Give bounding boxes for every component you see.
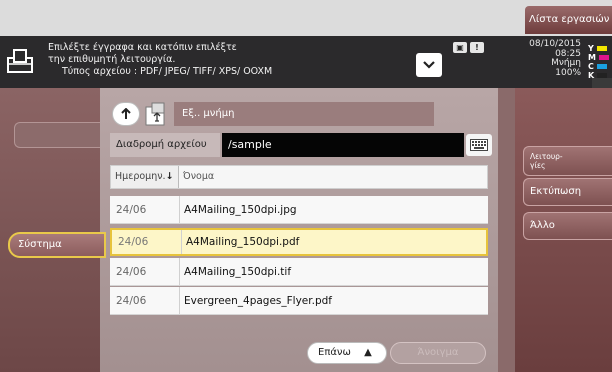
toner-c: C <box>588 62 612 71</box>
file-table: Ημερομην.↓ Όνομα <box>110 165 488 189</box>
functions-label-2: γίες <box>530 161 546 170</box>
left-tab-blank[interactable] <box>14 122 100 148</box>
warning-icon: ! <box>470 42 484 53</box>
location-name: Εξ.. μνήμη <box>174 102 434 126</box>
job-list-button[interactable]: Λίστα εργασιών <box>525 6 612 34</box>
table-header: Ημερομην.↓ Όνομα <box>110 165 488 189</box>
file-path-value: /sample <box>222 133 464 157</box>
row-name: A4Mailing_150dpi.pdf <box>186 236 300 248</box>
other-button[interactable]: Άλλο <box>523 212 612 240</box>
print-button[interactable]: Εκτύπωση <box>523 178 612 206</box>
table-row-selected[interactable]: 24/06 A4Mailing_150dpi.pdf <box>110 228 488 256</box>
sort-by-date-header[interactable]: Ημερομην.↓ <box>111 166 179 188</box>
memory-value: 100% <box>555 67 581 78</box>
table-row[interactable]: 24/06 A4Mailing_150dpi.tif <box>110 258 488 286</box>
keyboard-icon <box>470 139 488 151</box>
keyboard-button[interactable] <box>466 134 492 156</box>
table-row[interactable]: 24/06 A4Mailing_150dpi.jpg <box>110 196 488 224</box>
scroll-up-icon: ▲ <box>364 347 372 358</box>
document-box-icon <box>6 48 34 74</box>
row-name: Evergreen_4pages_Flyer.pdf <box>184 295 332 307</box>
sort-by-name-header[interactable]: Όνομα <box>179 166 487 188</box>
sort-down-arrow-icon: ↓ <box>165 171 174 182</box>
status-icons: ▣ ! <box>453 42 489 54</box>
lock-icon: ▣ <box>453 42 467 53</box>
row-date: 24/06 <box>112 230 182 254</box>
file-path-label: Διαδρομή αρχείου <box>110 133 220 157</box>
message-line-2: την επιθυμητή λειτουργία. <box>48 54 176 65</box>
row-name: A4Mailing_150dpi.tif <box>184 266 292 278</box>
chevron-down-icon <box>423 61 435 69</box>
parent-folder-button[interactable] <box>112 102 140 126</box>
toner-levels: Y M C K <box>588 44 612 80</box>
page-up-button[interactable]: Επάνω ▲ <box>307 342 387 364</box>
datetime-memory: 08/10/2015 08:25 Μνήμη 100% <box>513 39 581 78</box>
file-type-line: Τύπος αρχείου : PDF/ JPEG/ TIFF/ XPS/ OO… <box>62 66 273 77</box>
message-line-1: Επιλέξτε έγγραφα και κατόπιν επιλέξτε <box>48 42 237 53</box>
system-button[interactable]: Σύστημα <box>8 232 106 258</box>
toner-m: M <box>588 53 612 62</box>
row-date: 24/06 <box>110 258 180 285</box>
message-expand-button[interactable] <box>416 53 442 77</box>
usb-memory-icon <box>144 101 170 127</box>
arrow-up-icon <box>121 108 131 119</box>
table-row[interactable]: 24/06 Evergreen_4pages_Flyer.pdf <box>110 287 488 315</box>
top-strip <box>0 0 612 36</box>
row-date: 24/06 <box>110 196 180 223</box>
functions-button[interactable]: Λειτουρ- γίες <box>523 146 612 176</box>
row-name: A4Mailing_150dpi.jpg <box>184 204 297 216</box>
functions-label-1: Λειτουρ- <box>530 152 563 161</box>
toner-y: Y <box>588 44 612 53</box>
row-date: 24/06 <box>110 287 180 314</box>
open-button[interactable]: Άνοιγμα <box>390 342 486 364</box>
